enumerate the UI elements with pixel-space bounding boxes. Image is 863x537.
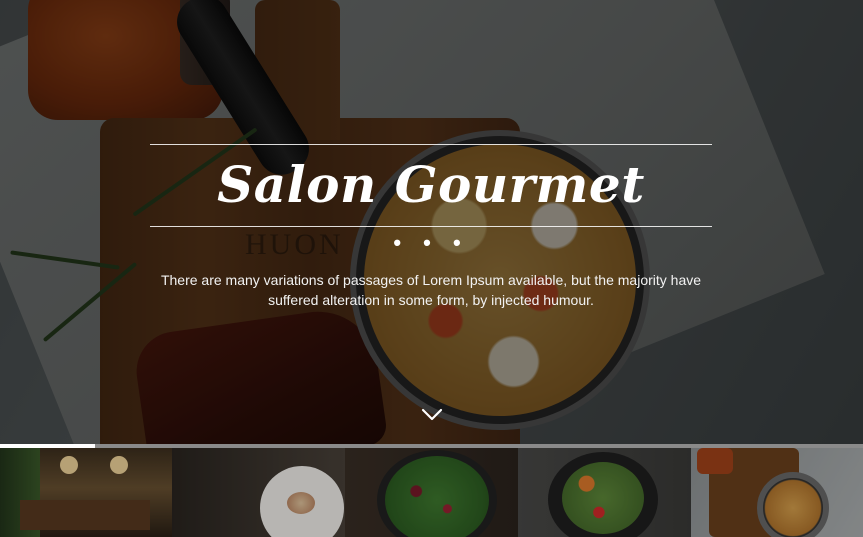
hero-slide: HUON Salon Gourmet • • • There are many … [0,0,863,444]
thumbnail-frittata-pan[interactable] [691,448,863,537]
thumbnail-shade [518,448,691,537]
hero-tagline-line-1: There are many variations of passages of… [160,272,702,288]
thumbnail-shade [0,448,172,537]
thumbnail-restaurant-interior[interactable] [0,448,172,537]
hero-content: Salon Gourmet • • • There are many varia… [150,144,712,308]
chevron-down-icon [421,408,443,421]
title-top-rule [150,144,712,145]
title-bottom-rule [150,226,712,227]
thumbnail-plated-dessert[interactable] [172,448,345,537]
scroll-down-button[interactable] [419,405,445,425]
thumbnail-vegetable-bowl[interactable] [518,448,691,537]
thumbnail-shade [691,448,863,537]
thumbnail-green-salad[interactable] [345,448,518,537]
thumbnail-shade [345,448,518,537]
hero-tagline: There are many variations of passages of… [150,270,712,310]
hero-tagline-line-2: suffered alteration in some form, by inj… [268,292,594,308]
thumbnail-shade [172,448,345,537]
title-dots-divider: • • • [393,230,469,255]
page-title: Salon Gourmet [217,155,645,214]
thumbnail-strip [0,448,863,537]
